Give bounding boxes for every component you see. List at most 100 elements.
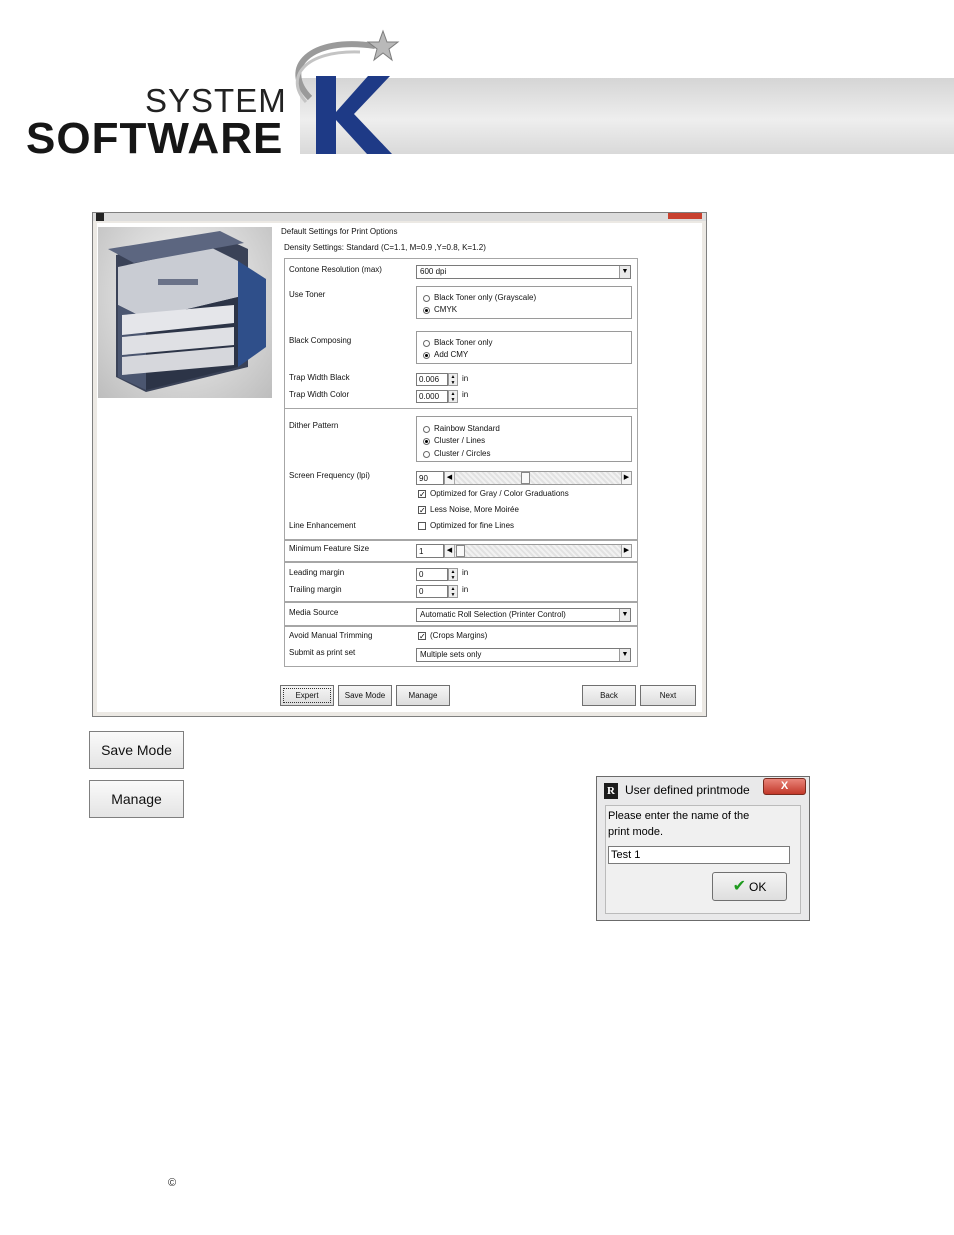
app-icon <box>96 213 104 221</box>
checkbox-label: Less Noise, More Moirée <box>430 505 519 514</box>
screen-frequency-value: 90 <box>419 474 428 483</box>
submit-print-set-select[interactable]: Multiple sets only ▼ <box>416 648 631 662</box>
ok-button[interactable]: ✔ OK <box>712 872 787 901</box>
contone-value: 600 dpi <box>420 267 447 276</box>
window-close-button[interactable] <box>668 213 702 219</box>
radio-cluster-circles[interactable]: Cluster / Circles <box>423 449 490 459</box>
leading-unit: in <box>462 568 469 577</box>
radio-add-cmy[interactable]: Add CMY <box>423 350 468 360</box>
leading-margin-spinner[interactable]: 0 ▲ ▼ <box>416 568 458 581</box>
radio-icon <box>423 425 430 433</box>
trap-width-color-spinner[interactable]: 0.000 ▲ ▼ <box>416 390 458 403</box>
save-mode-button[interactable]: Save Mode <box>338 685 392 706</box>
contone-resolution-select[interactable]: 600 dpi ▼ <box>416 265 631 279</box>
leading-value: 0 <box>419 570 424 579</box>
dialog-close-button[interactable]: X <box>763 778 806 795</box>
radio-icon <box>423 339 430 347</box>
less-noise-checkbox[interactable]: ✓ Less Noise, More Moirée <box>418 505 519 515</box>
spinner-arrows-icon[interactable]: ▲ ▼ <box>448 568 458 581</box>
checkmark-icon: ✔ <box>732 878 747 895</box>
media-source-select[interactable]: Automatic Roll Selection (Printer Contro… <box>416 608 631 622</box>
radio-rainbow-standard[interactable]: Rainbow Standard <box>423 424 500 434</box>
chevron-left-icon[interactable]: ◀ <box>445 545 455 557</box>
radio-label: Rainbow Standard <box>434 424 500 433</box>
contone-label: Contone Resolution (max) <box>289 265 382 274</box>
slider-thumb[interactable] <box>521 472 530 484</box>
checkbox-label: Optimized for Gray / Color Graduations <box>430 489 569 498</box>
black-composing-label: Black Composing <box>289 336 352 345</box>
manage-button-large[interactable]: Manage <box>89 780 184 818</box>
screen-frequency-label: Screen Frequency (lpi) <box>289 471 370 480</box>
slider-track[interactable]: ◀ ▶ <box>444 471 632 485</box>
trap-black-value: 0.006 <box>419 375 440 384</box>
trailing-margin-label: Trailing margin <box>289 585 342 594</box>
dither-pattern-label: Dither Pattern <box>289 421 339 430</box>
user-defined-printmode-dialog: R User defined printmode X Please enter … <box>596 776 810 921</box>
submit-value: Multiple sets only <box>420 650 482 659</box>
slider-track[interactable]: ◀ ▶ <box>444 544 632 558</box>
app-r-icon: R <box>604 783 618 799</box>
min-feature-slider[interactable]: 1 ◀ ▶ <box>416 544 632 558</box>
window-title-bar <box>93 213 706 221</box>
min-feature-label: Minimum Feature Size <box>289 544 370 553</box>
copyright-symbol: © <box>168 1177 177 1189</box>
chevron-down-icon: ▼ <box>619 609 630 621</box>
radio-selected-icon <box>423 306 430 314</box>
checkbox-checked-icon: ✓ <box>418 490 426 499</box>
dialog-message-line-1: Please enter the name of the <box>608 810 750 822</box>
printer-image <box>98 227 272 398</box>
radio-cluster-lines[interactable]: Cluster / Lines <box>423 436 485 446</box>
save-mode-button-large[interactable]: Save Mode <box>89 731 184 769</box>
checkbox-label: (Crops Margins) <box>430 631 488 640</box>
radio-label: Black Toner only (Grayscale) <box>434 293 537 302</box>
trap-color-unit: in <box>462 390 469 399</box>
chevron-down-icon: ▼ <box>619 266 630 278</box>
printmode-name-input[interactable]: Test 1 <box>608 846 790 864</box>
manage-button[interactable]: Manage <box>396 685 450 706</box>
use-toner-label: Use Toner <box>289 290 326 299</box>
radio-black-toner-only[interactable]: Black Toner only <box>423 338 493 348</box>
trap-width-color-label: Trap Width Color <box>289 390 350 399</box>
avoid-trimming-label: Avoid Manual Trimming <box>289 631 373 640</box>
radio-label: Cluster / Circles <box>434 449 491 458</box>
spinner-arrows-icon[interactable]: ▲ ▼ <box>448 585 458 598</box>
radio-cmyk[interactable]: CMYK <box>423 305 457 315</box>
submit-print-set-label: Submit as print set <box>289 648 356 657</box>
radio-icon <box>423 450 430 458</box>
logo-software-text: SOFTWARE <box>26 114 284 163</box>
fine-lines-checkbox[interactable]: Optimized for fine Lines <box>418 521 514 531</box>
radio-icon <box>423 294 430 302</box>
dialog-title: User defined printmode <box>625 783 750 797</box>
optimized-gray-checkbox[interactable]: ✓ Optimized for Gray / Color Graduations <box>418 489 569 499</box>
slider-thumb[interactable] <box>456 545 465 557</box>
settings-header: Default Settings for Print Options <box>281 227 398 236</box>
trailing-unit: in <box>462 585 469 594</box>
dialog-message: Please enter the name of the print mode. <box>608 808 749 840</box>
trap-width-black-label: Trap Width Black <box>289 373 350 382</box>
trailing-margin-spinner[interactable]: 0 ▲ ▼ <box>416 585 458 598</box>
checkbox-checked-icon: ✓ <box>418 632 426 641</box>
min-feature-value: 1 <box>419 547 424 556</box>
radio-label: Black Toner only <box>434 338 493 347</box>
radio-selected-icon <box>423 351 430 359</box>
ok-label: OK <box>749 880 767 894</box>
spinner-arrows-icon[interactable]: ▲ ▼ <box>448 373 458 386</box>
trap-color-value: 0.000 <box>419 392 440 401</box>
trap-width-black-spinner[interactable]: 0.006 ▲ ▼ <box>416 373 458 386</box>
trailing-value: 0 <box>419 587 424 596</box>
chevron-right-icon[interactable]: ▶ <box>621 545 631 557</box>
spinner-arrows-icon[interactable]: ▲ ▼ <box>448 390 458 403</box>
media-value: Automatic Roll Selection (Printer Contro… <box>420 610 566 619</box>
chevron-left-icon[interactable]: ◀ <box>445 472 455 484</box>
screen-frequency-slider[interactable]: 90 ◀ ▶ <box>416 471 632 485</box>
chevron-down-icon: ▼ <box>619 649 630 661</box>
chevron-right-icon[interactable]: ▶ <box>621 472 631 484</box>
k-logo-letter: K <box>270 28 271 29</box>
radio-black-toner-only-grayscale[interactable]: Black Toner only (Grayscale) <box>423 293 536 303</box>
trap-black-unit: in <box>462 374 469 383</box>
crops-margins-checkbox[interactable]: ✓ (Crops Margins) <box>418 631 487 641</box>
radio-label: Add CMY <box>434 350 469 359</box>
back-button[interactable]: Back <box>582 685 636 706</box>
expert-button[interactable]: Expert <box>280 685 334 706</box>
next-button[interactable]: Next <box>640 685 696 706</box>
